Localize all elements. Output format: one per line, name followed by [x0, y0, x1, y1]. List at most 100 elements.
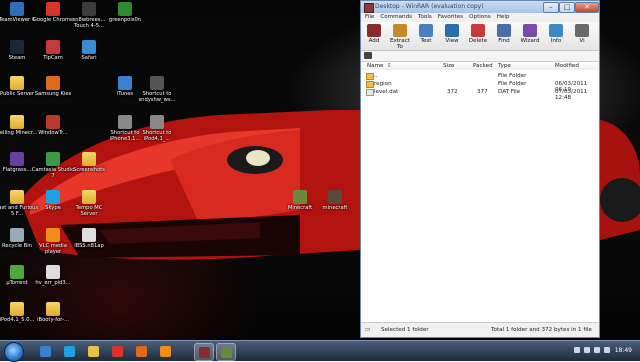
greenpois0n-icon: [118, 2, 132, 16]
status-bar: ▭ Selected 1 folder Total 1 folder and 3…: [361, 322, 599, 337]
menu-favorites[interactable]: Favorites: [438, 13, 463, 22]
toolbar-button-vi[interactable]: Vi: [569, 22, 595, 50]
info-icon: [549, 24, 563, 37]
kies-taskbar-icon: [135, 345, 147, 357]
vi-icon: [575, 24, 589, 37]
chrome-icon: [46, 2, 60, 16]
extract-to-icon: [393, 24, 407, 37]
toolbar-button-view[interactable]: View: [439, 22, 465, 50]
folder-icon: [10, 115, 24, 129]
file-row[interactable]: region File Folder 06/03/2011 06:19: [361, 80, 599, 93]
column-packed[interactable]: Packed: [473, 63, 493, 69]
column-modified[interactable]: Modified: [555, 63, 579, 69]
desktop-icon[interactable]: greenpois0n: [103, 2, 147, 23]
maximize-button[interactable]: □: [559, 2, 575, 13]
menu-help[interactable]: Help: [497, 13, 510, 22]
file-icon: [82, 228, 96, 242]
camtasia-icon: [46, 152, 60, 166]
desktop-icon[interactable]: Tempo MC Server: [67, 190, 111, 217]
toolbar-label: Wizard: [520, 38, 540, 44]
file-row[interactable]: level.dat 372 377 DAT File 07/03/2011 12:48: [361, 88, 599, 101]
minimize-button[interactable]: –: [543, 2, 559, 13]
tray-network-icon[interactable]: [584, 347, 590, 353]
desktop-icon-label: Samsung Kies: [34, 91, 72, 97]
cell-name: level.dat: [374, 89, 399, 95]
cell-type: File Folder: [498, 81, 527, 87]
start-button[interactable]: [4, 342, 24, 362]
taskbar-button[interactable]: [156, 343, 174, 359]
taskbar-button[interactable]: [216, 343, 236, 361]
folder-icon: [10, 302, 24, 316]
address-bar: [361, 51, 599, 62]
desktop-icon-label: Shortcut to sndyshw_ws...: [138, 91, 176, 103]
column-name[interactable]: Name: [367, 63, 384, 69]
desktop-icon[interactable]: Shortcut to sndyshw_ws...: [135, 76, 179, 103]
wizard-icon: [523, 24, 537, 37]
toolbar-button-test[interactable]: Test: [413, 22, 439, 50]
toolbar-label: View: [445, 38, 459, 44]
desktop-icon[interactable]: Screenshots: [67, 152, 111, 173]
column-type[interactable]: Type: [498, 63, 511, 69]
menu-file[interactable]: File: [365, 13, 374, 22]
desktop-icon[interactable]: hv_err_pid3...: [31, 265, 75, 286]
itunes-icon: [118, 76, 132, 90]
status-total: Total 1 folder and 372 bytes in 1 file: [491, 327, 592, 333]
file-row[interactable]: .. File Folder: [361, 72, 599, 80]
chrome-taskbar-icon: [111, 345, 123, 357]
ie-taskbar-icon: [39, 345, 51, 357]
menu-tools[interactable]: Tools: [418, 13, 432, 22]
title-bar[interactable]: Desktop - WinRAR (evaluation copy) – □ ✕: [361, 1, 599, 13]
file-list[interactable]: .. File Folder region File Folder 06/03/2011…: [361, 70, 599, 323]
shortcut-icon: [150, 115, 164, 129]
taskbar-button[interactable]: [194, 343, 214, 361]
desktop-icon[interactable]: WindowTr...: [31, 115, 75, 136]
system-tray: [574, 347, 610, 353]
folder-icon: [82, 152, 96, 166]
taskbar: 18:49: [0, 340, 640, 362]
desktop-icon[interactable]: iBooty-for-...: [31, 302, 75, 323]
utorrent-icon: [10, 265, 24, 279]
desktop-icon[interactable]: Samsung Kies: [31, 76, 75, 97]
folder-icon: [46, 302, 60, 316]
add-icon: [367, 24, 381, 37]
desktop-icon-label: iBooty-for-...: [37, 317, 69, 323]
tray-flag-icon[interactable]: [574, 347, 580, 353]
tray-volume-icon[interactable]: [594, 347, 600, 353]
toolbar-label: Extract To: [389, 38, 411, 50]
desktop-icon[interactable]: Safari: [67, 40, 111, 61]
toolbar-button-info[interactable]: Info: [543, 22, 569, 50]
taskbar-button[interactable]: [132, 343, 150, 359]
tray-power-icon[interactable]: [604, 347, 610, 353]
toolbar-button-find[interactable]: Find: [491, 22, 517, 50]
close-button[interactable]: ✕: [575, 2, 599, 13]
taskbar-button[interactable]: [84, 343, 102, 359]
winrar-app-icon[interactable]: [364, 3, 374, 13]
desktop-icon[interactable]: Shortcut to iPod4,1_...: [135, 115, 179, 142]
desktop-icon[interactable]: iBSS.n81ap: [67, 228, 111, 249]
windowtrans-icon: [46, 115, 60, 129]
cell-size: 372: [447, 89, 458, 95]
taskbar-button[interactable]: [108, 343, 126, 359]
menu-options[interactable]: Options: [469, 13, 491, 22]
minecraft-icon: [328, 190, 342, 204]
toolbar-button-add[interactable]: Add: [361, 22, 387, 50]
menu-commands[interactable]: Commands: [380, 13, 412, 22]
desktop-icon-label: Shortcut to iPod4,1_...: [142, 130, 172, 142]
toolbar-label: Delete: [468, 38, 488, 44]
view-icon: [445, 24, 459, 37]
toolbar-button-extract-to[interactable]: Extract To: [387, 22, 413, 50]
taskbar-button[interactable]: [36, 343, 54, 359]
cell-name: ..: [374, 73, 378, 79]
desktop-icon[interactable]: minecraft: [313, 190, 357, 211]
taskbar-button[interactable]: [60, 343, 78, 359]
skype-taskbar-icon: [63, 345, 75, 357]
window-title: Desktop - WinRAR (evaluation copy): [375, 3, 484, 10]
file-icon: [46, 265, 60, 279]
taskbar-clock[interactable]: 18:49: [615, 347, 632, 354]
toolbar-button-delete[interactable]: Delete: [465, 22, 491, 50]
toolbar-button-wizard[interactable]: Wizard: [517, 22, 543, 50]
folder-icon: [10, 190, 24, 204]
up-folder-icon[interactable]: [364, 52, 372, 59]
winrar-window[interactable]: Desktop - WinRAR (evaluation copy) – □ ✕…: [360, 0, 600, 338]
column-size[interactable]: Size: [443, 63, 454, 69]
